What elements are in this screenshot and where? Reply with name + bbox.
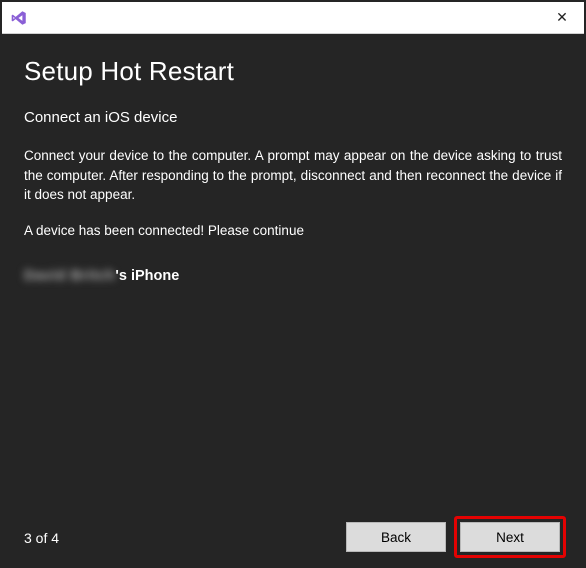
instruction-text: Connect your device to the computer. A p…	[24, 146, 562, 205]
dialog-subtitle: Connect an iOS device	[24, 109, 562, 126]
dialog-title: Setup Hot Restart	[24, 56, 562, 87]
next-button[interactable]: Next	[460, 522, 560, 552]
step-indicator: 3 of 4	[24, 530, 59, 546]
dialog-footer: 3 of 4 Back Next	[24, 514, 562, 554]
titlebar-left	[10, 9, 28, 27]
close-button[interactable]: ✕	[542, 3, 582, 33]
button-row: Back Next	[346, 522, 562, 554]
device-owner-name-blurred: David Britch	[24, 268, 115, 284]
spacer	[24, 284, 562, 514]
dialog-content: Setup Hot Restart Connect an iOS device …	[2, 34, 584, 566]
connected-device: David Britch 's iPhone	[24, 268, 562, 284]
visual-studio-icon	[10, 9, 28, 27]
dialog-window: ✕ Setup Hot Restart Connect an iOS devic…	[0, 0, 586, 568]
close-icon: ✕	[556, 9, 568, 26]
titlebar: ✕	[2, 2, 584, 34]
next-button-highlight: Next	[454, 516, 566, 558]
device-name-suffix: 's iPhone	[115, 268, 179, 284]
back-button[interactable]: Back	[346, 522, 446, 552]
connection-status: A device has been connected! Please cont…	[24, 223, 562, 238]
